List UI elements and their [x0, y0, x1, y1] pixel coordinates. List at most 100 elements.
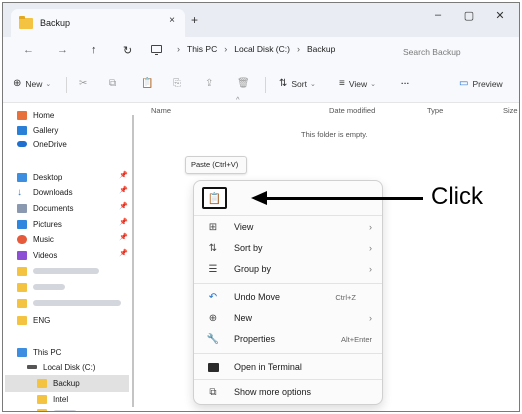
this-pc-icon [151, 45, 162, 55]
plus-circle-icon: ⊕ [208, 312, 218, 324]
documents-icon [17, 203, 27, 213]
sidebar-item-onedrive[interactable]: OneDrive [17, 137, 67, 151]
sort-icon: ⇅ [208, 242, 218, 254]
sidebar-item-intel[interactable]: Intel [37, 392, 68, 406]
sidebar-item-gallery[interactable]: Gallery [17, 123, 58, 137]
sidebar-item-redacted-folder[interactable] [17, 280, 65, 294]
rename-button[interactable]: ⎘ [173, 78, 185, 89]
menu-item-view[interactable]: ⊞ View › [194, 217, 382, 237]
sidebar-item-documents[interactable]: Documents [17, 201, 73, 215]
paste-button[interactable]: 📋 [202, 187, 227, 209]
share-icon: ⇪ [205, 78, 214, 89]
sidebar-item-eng[interactable]: ENG [17, 313, 50, 327]
tab-close-icon[interactable]: × [169, 15, 175, 26]
home-icon [17, 110, 27, 120]
menu-item-label: Properties [234, 334, 276, 344]
column-header-type[interactable]: Type [427, 106, 443, 115]
pin-icon: 📌 [119, 203, 128, 210]
menu-item-new[interactable]: ⊕ New › [194, 308, 382, 328]
new-tab-button[interactable]: + [191, 13, 198, 27]
chevron-right-icon: › [224, 44, 228, 54]
view-button[interactable]: ≡ View ⌄ [339, 78, 376, 89]
chevron-right-icon: › [296, 44, 300, 54]
menu-item-label: Sort by [234, 243, 263, 253]
minimize-button[interactable]: – [428, 9, 448, 21]
redacted-label [33, 300, 121, 306]
share-button[interactable]: ⇪ [205, 78, 217, 89]
column-header-name[interactable]: Name [151, 106, 171, 115]
preview-button[interactable]: ▭ Preview [459, 78, 503, 89]
forward-button[interactable]: → [57, 44, 68, 56]
sidebar-item-videos[interactable]: Videos [17, 248, 57, 262]
tab-backup[interactable]: Backup × [11, 9, 185, 37]
sidebar-scrollbar[interactable] [132, 115, 134, 407]
sidebar-item-label: Desktop [33, 172, 63, 182]
sidebar-item-pictures[interactable]: Pictures [17, 217, 62, 231]
sidebar-item-home[interactable]: Home [17, 108, 54, 122]
callout-arrow-line [265, 197, 423, 200]
breadcrumb-item[interactable]: Backup [307, 44, 335, 54]
sidebar-item-this-pc[interactable]: This PC [17, 345, 61, 359]
menu-item-undo-move[interactable]: ↶ Undo Move Ctrl+Z [194, 287, 382, 307]
chevron-down-icon: ⌄ [309, 80, 316, 88]
preview-pane-icon: ▭ [459, 78, 469, 89]
terminal-icon [208, 363, 219, 372]
more-button[interactable]: ··· [401, 78, 410, 88]
delete-button[interactable]: 🗑 [237, 78, 254, 89]
up-button[interactable]: ↑ [91, 44, 97, 56]
sidebar-item-label: Downloads [33, 187, 73, 197]
folder-icon [17, 266, 27, 276]
redacted-label [33, 284, 65, 290]
tab-title: Backup [40, 18, 71, 28]
menu-item-label: Group by [234, 264, 272, 274]
close-window-button[interactable]: ✕ [490, 9, 510, 22]
sidebar-item-local-disk[interactable]: Local Disk (C:) [27, 360, 95, 374]
sidebar-item-music[interactable]: Music [17, 232, 54, 246]
sidebar-item-label: OneDrive [33, 139, 67, 149]
breadcrumb-item[interactable]: Local Disk (C:) [234, 44, 290, 54]
menu-item-group-by[interactable]: ☰ Group by › [194, 259, 382, 279]
column-header-date[interactable]: Date modified [329, 106, 375, 115]
pictures-icon [17, 219, 27, 229]
sidebar-item-redacted-folder[interactable] [17, 296, 121, 310]
refresh-button[interactable]: ↻ [123, 44, 132, 57]
trash-icon: 🗑 [237, 78, 250, 89]
menu-divider [194, 283, 382, 284]
cut-icon: ✂ [79, 78, 88, 89]
back-button[interactable]: ← [23, 44, 34, 56]
menu-item-label: Show more options [234, 387, 312, 397]
sidebar-item-downloads[interactable]: ↓ Downloads [17, 185, 73, 199]
folder-icon [19, 15, 33, 29]
chevron-down-icon: ⌄ [370, 80, 376, 88]
new-button[interactable]: ⊕ New ⌄ [13, 78, 51, 89]
cut-button[interactable]: ✂ [79, 78, 91, 89]
menu-item-show-more-options[interactable]: ⧉ Show more options [194, 382, 382, 402]
menu-item-properties[interactable]: 🔧 Properties Alt+Enter [194, 329, 382, 349]
sidebar-item-label: Gallery [33, 125, 59, 135]
menu-item-label: Open in Terminal [234, 362, 302, 372]
paste-tooltip: Paste (Ctrl+V) [185, 156, 247, 174]
copy-button[interactable]: ⧉ [109, 78, 120, 89]
paste-icon: 📋 [141, 78, 154, 89]
folder-icon [37, 394, 47, 404]
column-header-size[interactable]: Size [503, 106, 518, 115]
breadcrumb[interactable]: › This PC › Local Disk (C:) › Backup [151, 44, 335, 55]
sidebar-item-label: Music [33, 234, 54, 244]
sidebar-item-backup[interactable]: Backup [37, 376, 80, 390]
sidebar-item-label: Local Disk (C:) [43, 362, 96, 372]
sidebar-item-desktop[interactable]: Desktop [17, 170, 62, 184]
sidebar-item-redacted-folder[interactable] [17, 264, 99, 278]
sidebar-item-partial[interactable] [37, 406, 77, 411]
pin-icon: 📌 [119, 172, 128, 179]
search-input[interactable]: Search Backup [399, 42, 517, 62]
menu-item-open-terminal[interactable]: Open in Terminal [194, 357, 382, 377]
breadcrumb-item[interactable]: This PC [187, 44, 217, 54]
maximize-button[interactable]: ▢ [459, 9, 479, 22]
paste-toolbar-button[interactable]: 📋 [141, 78, 157, 89]
sort-button[interactable]: ⇅ Sort ⌄ [279, 78, 316, 89]
menu-item-sort-by[interactable]: ⇅ Sort by › [194, 238, 382, 258]
pin-icon: 📌 [119, 250, 128, 257]
folder-icon [17, 298, 27, 308]
sidebar-item-label: Backup [53, 378, 80, 388]
gallery-icon [17, 125, 27, 135]
